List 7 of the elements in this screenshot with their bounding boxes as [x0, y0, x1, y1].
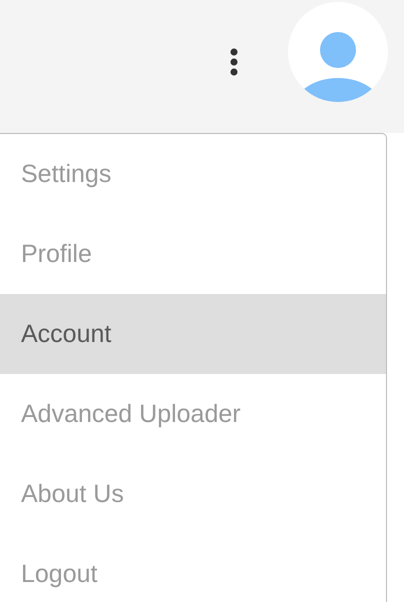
menu-item[interactable]: About Us [0, 454, 386, 534]
menu-item[interactable]: Account [0, 294, 386, 374]
more-options-icon[interactable] [230, 48, 238, 76]
menu-item[interactable]: Settings [0, 134, 386, 214]
menu-item[interactable]: Advanced Uploader [0, 374, 386, 454]
menu-item[interactable]: Profile [0, 214, 386, 294]
menu-item[interactable]: Logout [0, 534, 386, 602]
